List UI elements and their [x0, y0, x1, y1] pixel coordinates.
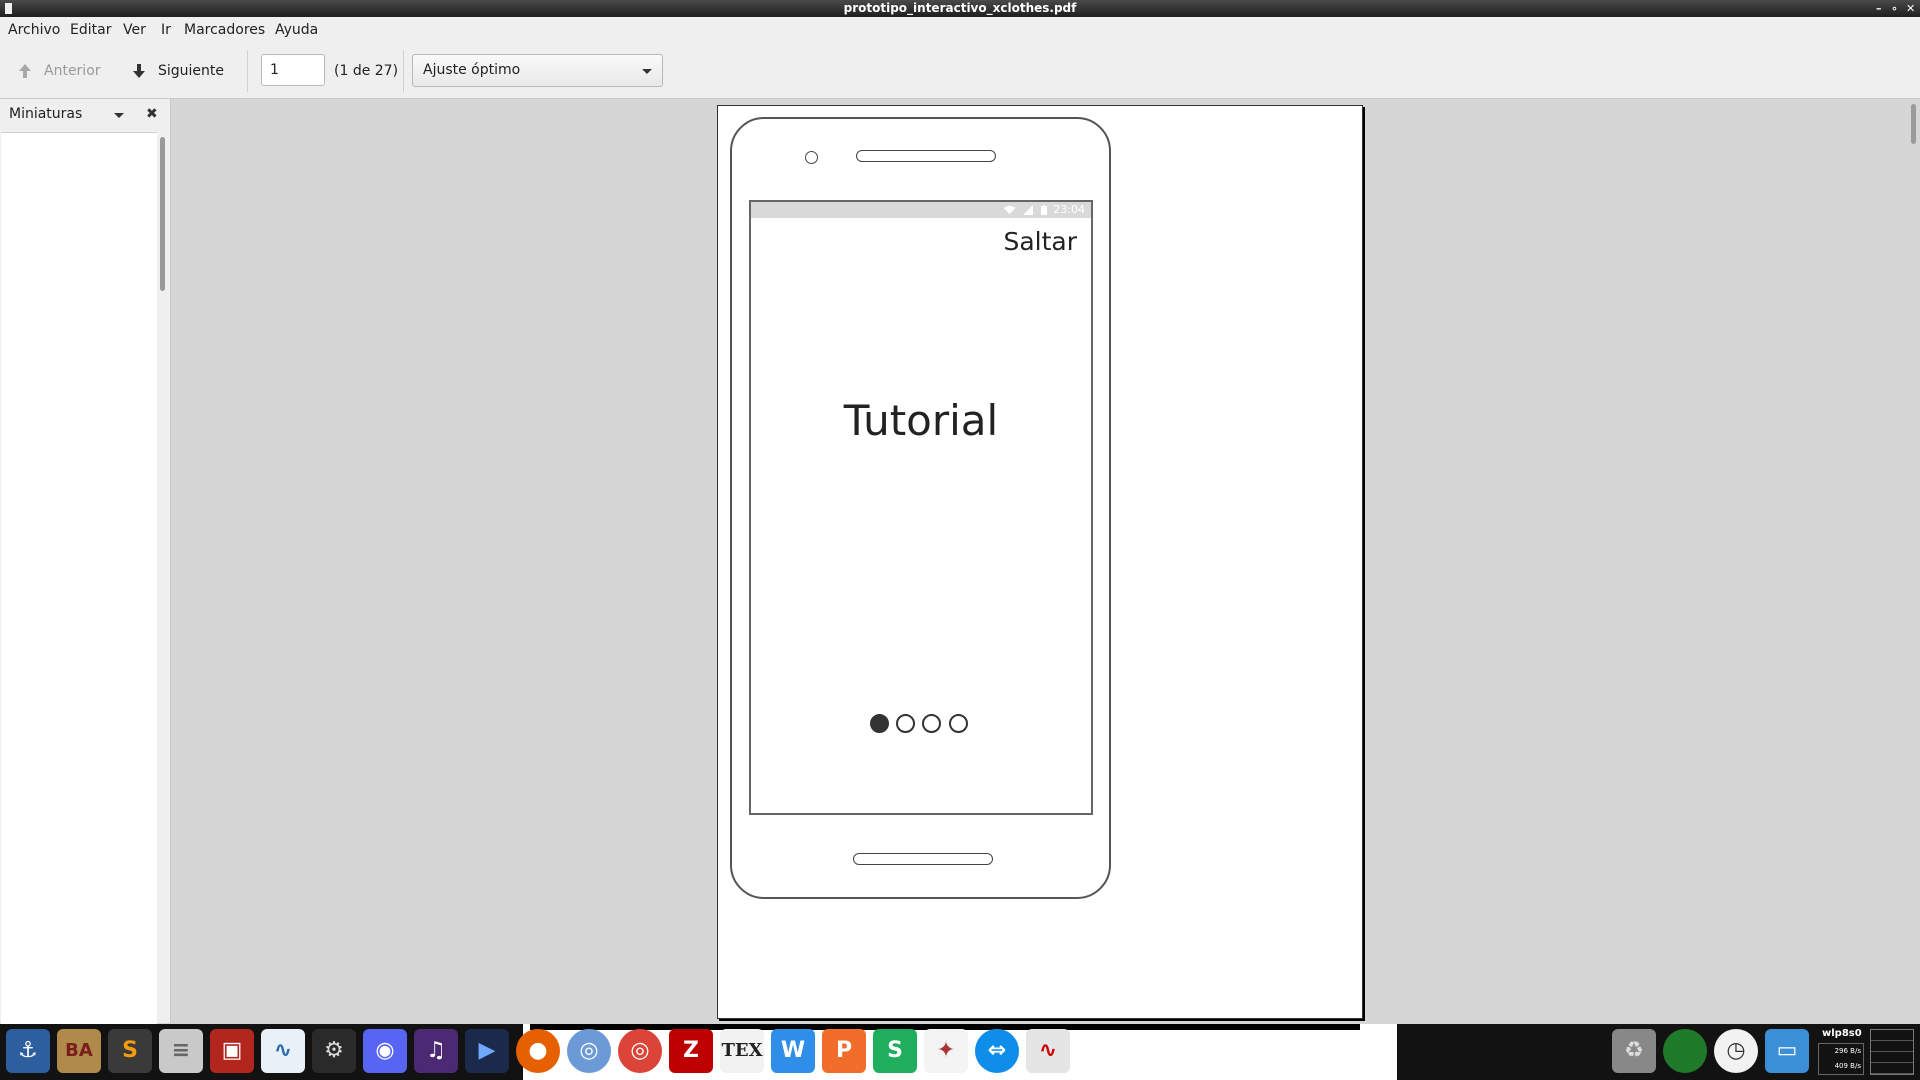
signal-icon [1023, 205, 1034, 215]
firefox-icon[interactable]: ● [516, 1029, 560, 1073]
tex-icon[interactable]: TEX [720, 1029, 764, 1073]
pager-dot[interactable] [870, 714, 889, 733]
menu-ver[interactable]: Ver [123, 22, 146, 38]
sidebar-header: Miniaturas ✖ [0, 99, 170, 131]
filezilla-icon[interactable]: Z [669, 1029, 713, 1073]
menu-ayuda[interactable]: Ayuda [275, 22, 318, 38]
close-window-icon[interactable]: ✕ [1906, 0, 1915, 17]
arrow-up-icon [19, 64, 31, 78]
status-time: 23:04 [1053, 203, 1085, 216]
next-page-label: Siguiente [158, 63, 225, 79]
window-titlebar: prototipo_interactivo_xclothes.pdf – ∘ ✕ [0, 0, 1920, 17]
status-bar: 23:04 [751, 202, 1091, 218]
menu-bar: Archivo Editar Ver Ir Marcadores Ayuda [0, 17, 1920, 44]
molecule-icon[interactable]: ✦ [924, 1029, 968, 1073]
minimize-icon[interactable]: – [1876, 0, 1882, 17]
clock-icon[interactable]: ◷ [1714, 1029, 1758, 1073]
next-page-button[interactable]: Siguiente [132, 44, 224, 98]
chrome-icon[interactable]: ◎ [618, 1029, 662, 1073]
page-indicator [870, 714, 980, 740]
toolbar: Anterior Siguiente 1 (1 de 27) Ajuste óp… [0, 44, 1920, 99]
discord-icon[interactable]: ◉ [363, 1029, 407, 1073]
anchor-icon[interactable]: ⚓ [6, 1029, 50, 1073]
writer-icon[interactable]: W [771, 1029, 815, 1073]
window-menu-icon[interactable] [5, 3, 12, 14]
phone-speaker [856, 150, 996, 162]
upload-rate: 409 B/s [1834, 1062, 1861, 1070]
pager-dot[interactable] [949, 714, 968, 733]
phone-mockup: 23:04 Saltar Tutorial [730, 117, 1111, 899]
menu-ir[interactable]: Ir [161, 22, 171, 38]
sidebar-scrollbar[interactable] [160, 137, 165, 291]
arrow-app-icon[interactable]: ▶ [465, 1029, 509, 1073]
green-orb-icon[interactable] [1663, 1029, 1707, 1073]
sublime-icon[interactable]: S [108, 1029, 152, 1073]
monitor-icon[interactable]: ∿ [261, 1029, 305, 1073]
chromium-icon[interactable]: ◎ [567, 1029, 611, 1073]
maximize-icon[interactable]: ∘ [1891, 0, 1898, 17]
zoom-value: Ajuste óptimo [423, 62, 521, 78]
pdf-viewer-icon[interactable]: ∿ [1026, 1029, 1070, 1073]
close-icon[interactable]: ✖ [146, 106, 158, 122]
thumbnail-sidebar: Miniaturas ✖ [0, 99, 171, 1024]
menu-marcadores[interactable]: Marcadores [184, 22, 265, 38]
audio-icon[interactable]: ♫ [414, 1029, 458, 1073]
files-icon[interactable]: ≡ [159, 1029, 203, 1073]
red-app-icon[interactable]: ▣ [210, 1029, 254, 1073]
phone-screen: 23:04 Saltar Tutorial [749, 200, 1093, 815]
phone-camera [805, 151, 818, 164]
skip-link[interactable]: Saltar [1003, 227, 1077, 256]
taskbar: ⚓ BA S ≡ ▣ ∿ ⚙ ◉ ♫ ▶ ● ◎ ◎ Z TEX W P S ✦… [0, 1024, 1920, 1080]
arrow-down-icon [133, 64, 145, 78]
steam-icon[interactable]: ⚙ [312, 1029, 356, 1073]
toolbar-separator [247, 50, 248, 92]
desktop-icon[interactable]: ▭ [1765, 1029, 1809, 1073]
network-interface-label: wlp8s0 [1822, 1028, 1862, 1039]
pager-dot[interactable] [896, 714, 915, 733]
window-title: prototipo_interactivo_xclothes.pdf [843, 1, 1077, 15]
pdf-page: 23:04 Saltar Tutorial [717, 105, 1363, 1019]
battery-icon [1040, 205, 1047, 215]
viewer-scrollbar[interactable] [1911, 104, 1916, 144]
menu-editar[interactable]: Editar [70, 22, 111, 38]
zoom-select[interactable]: Ajuste óptimo [412, 54, 663, 87]
sidebar-title: Miniaturas [9, 106, 83, 122]
previous-page-label: Anterior [44, 63, 101, 79]
ba-icon[interactable]: BA [57, 1029, 101, 1073]
trash-icon[interactable]: ♻ [1612, 1029, 1656, 1073]
download-rate: 296 B/s [1834, 1047, 1861, 1055]
menu-archivo[interactable]: Archivo [8, 22, 60, 38]
wifi-icon [1003, 205, 1016, 214]
chevron-down-icon [642, 69, 652, 74]
presentation-icon[interactable]: P [822, 1029, 866, 1073]
pager-dot[interactable] [922, 714, 941, 733]
spreadsheet-icon[interactable]: S [873, 1029, 917, 1073]
teamviewer-icon[interactable]: ⇔ [975, 1029, 1019, 1073]
previous-page-button[interactable]: Anterior [18, 44, 101, 98]
page-count: (1 de 27) [334, 63, 399, 79]
sidebar-dropdown-icon[interactable] [114, 113, 124, 118]
tutorial-title: Tutorial [843, 396, 999, 445]
phone-home-button [853, 853, 993, 865]
page-number-input[interactable]: 1 [261, 54, 325, 86]
workspace-switcher[interactable] [1870, 1029, 1914, 1075]
thumbnail-list[interactable] [1, 132, 157, 1024]
network-monitor: 296 B/s 409 B/s [1818, 1043, 1864, 1075]
toolbar-separator [403, 50, 404, 92]
